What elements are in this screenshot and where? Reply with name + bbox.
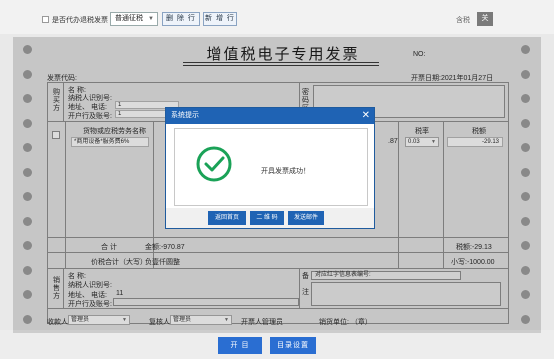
agent-checkbox-label: 是否代办退税发票 [52,17,108,24]
invoice-type-value: 普通征税 [115,15,143,22]
dialog-title: 系统提示 [171,112,199,119]
back-home-button[interactable]: 返回首页 [208,211,246,225]
dialog-message: 开具发票成功！ [261,168,310,175]
dialog-body: 开具发票成功！ [174,128,368,206]
tax-included-toggle[interactable]: 含税 [456,15,470,25]
dialog-header: 系统提示 ✕ [166,108,374,124]
check-circle-icon [196,146,232,182]
top-toolbar: 是否代办退税发票 普通征税 ▼ 删 除 行 新 增 行 含税 关 [0,0,554,34]
delete-row-button[interactable]: 删 除 行 [162,12,200,26]
dialog-footer: 返回首页 二 维 码 发送邮件 [166,208,374,228]
send-email-button[interactable]: 发送邮件 [288,211,324,225]
catalog-settings-button[interactable]: 目录设置 [270,337,316,354]
close-icon[interactable]: ✕ [362,108,370,124]
issue-button[interactable]: 开 目 [218,337,262,354]
close-toolbar-button[interactable]: 关 [477,12,493,26]
invoice-type-select[interactable]: 普通征税 ▼ [110,12,158,26]
system-dialog: 系统提示 ✕ 开具发票成功！ 返回首页 二 维 码 发送邮件 [165,107,375,229]
qrcode-button[interactable]: 二 维 码 [250,211,284,225]
chevron-down-icon: ▼ [148,16,154,22]
agent-checkbox[interactable] [42,16,49,23]
add-row-button[interactable]: 新 增 行 [203,12,237,26]
